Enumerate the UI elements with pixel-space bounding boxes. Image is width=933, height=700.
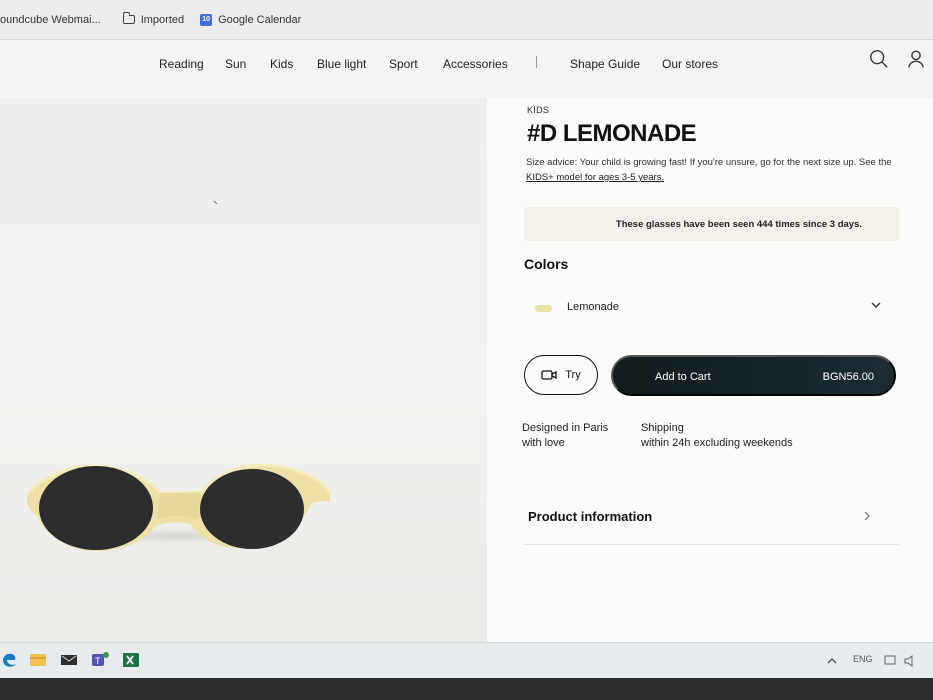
view-count-banner: These glasses have been seen 444 times s… <box>524 207 899 241</box>
nav-reading[interactable]: Reading <box>159 57 204 71</box>
calendar-icon: 10 <box>200 13 213 26</box>
color-selector[interactable]: Lemonade <box>524 292 884 322</box>
product-information-label: Product information <box>528 509 653 524</box>
nav-sport[interactable]: Sport <box>389 57 418 71</box>
bookmark-webmail-label: oundcube Webmai... <box>0 13 101 26</box>
sunglasses-image <box>20 200 336 551</box>
feature-designed-detail: with love <box>522 437 565 449</box>
nav-shape-guide[interactable]: Shape Guide <box>570 57 640 71</box>
site-navigation: Reading Sun Kids Blue light Sport Access… <box>0 40 933 98</box>
product-information-accordion[interactable]: Product information <box>528 504 874 532</box>
monitor-bezel <box>0 678 933 700</box>
mail-icon[interactable] <box>60 651 78 669</box>
lemonade-color-swatch <box>535 305 552 312</box>
size-advice-text: Size advice: Your child is growing fast!… <box>526 157 892 168</box>
product-price: BGN56.00 <box>822 371 874 383</box>
nav-separator <box>536 56 537 68</box>
file-explorer-icon[interactable] <box>29 651 47 669</box>
edge-icon[interactable] <box>0 651 18 669</box>
network-icon[interactable] <box>883 654 897 668</box>
shipping-feature: Shipping within 24h excluding weekends <box>641 421 793 451</box>
bookmark-google-calendar[interactable]: 10 Google Calendar <box>200 13 302 26</box>
nav-accessories[interactable]: Accessories <box>443 57 508 71</box>
search-icon[interactable] <box>868 48 890 70</box>
add-to-cart-button[interactable]: Add to Cart BGN56.00 <box>611 355 896 396</box>
volume-icon[interactable] <box>903 654 917 668</box>
nav-blue-light[interactable]: Blue light <box>317 57 366 71</box>
size-advice: Size advice: Your child is growing fast!… <box>526 155 906 185</box>
section-divider <box>524 544 899 545</box>
excel-icon[interactable] <box>122 651 140 669</box>
product-image <box>0 98 487 642</box>
feature-shipping-title: Shipping <box>641 422 684 434</box>
bookmark-calendar-label: Google Calendar <box>218 13 302 26</box>
colors-heading: Colors <box>524 256 569 272</box>
add-to-cart-label: Add to Cart <box>655 371 711 383</box>
teams-icon[interactable]: T <box>91 651 109 669</box>
bookmarks-bar: oundcube Webmai... Imported 10 Google Ca… <box>0 0 933 40</box>
feature-shipping-detail: within 24h excluding weekends <box>641 437 793 449</box>
kids-plus-model-link[interactable]: KIDS+ model for ages 3-5 years. <box>526 172 664 183</box>
try-on-button[interactable]: Try <box>524 355 598 395</box>
nav-sun[interactable]: Sun <box>225 57 246 71</box>
selected-color: Lemonade <box>567 301 619 313</box>
language-indicator[interactable]: ENG <box>853 654 873 664</box>
chevron-down-icon <box>871 302 881 308</box>
video-camera-icon <box>541 370 557 380</box>
product-title: #D LEMONADE <box>527 120 697 147</box>
designed-in-paris-feature: Designed in Paris with love <box>522 421 608 451</box>
bookmark-imported-label: Imported <box>140 13 185 26</box>
windows-taskbar: T ENG <box>0 642 933 678</box>
bookmark-imported[interactable]: Imported <box>122 12 185 26</box>
product-details: KIDS #D LEMONADE Size advice: Your child… <box>487 98 933 642</box>
svg-text:T: T <box>95 656 101 666</box>
account-icon[interactable] <box>905 48 927 70</box>
chevron-right-icon <box>864 511 870 521</box>
nav-our-stores[interactable]: Our stores <box>662 57 718 71</box>
nav-kids[interactable]: Kids <box>270 57 293 71</box>
chevron-up-icon[interactable] <box>826 655 838 667</box>
feature-designed-title: Designed in Paris <box>522 422 609 434</box>
bookmark-webmail[interactable]: oundcube Webmai... <box>0 14 101 26</box>
browser-screen: oundcube Webmai... Imported 10 Google Ca… <box>0 0 933 682</box>
product-category: KIDS <box>527 105 550 115</box>
try-label: Try <box>565 369 581 381</box>
folder-icon <box>122 12 135 24</box>
